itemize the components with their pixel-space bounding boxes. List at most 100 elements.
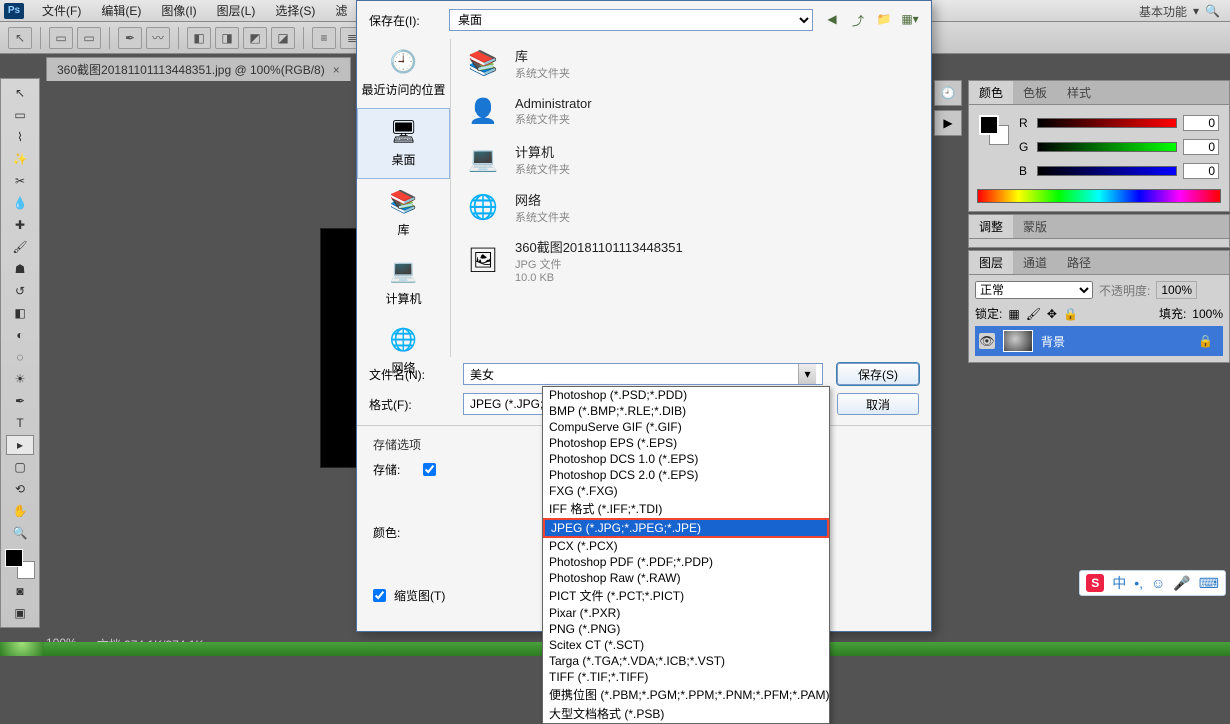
place-libraries[interactable]: 📚库 <box>357 179 450 248</box>
combine2-icon[interactable]: ◨ <box>215 27 239 49</box>
tool-preset-icon[interactable]: ↖ <box>8 27 32 49</box>
save-checkbox[interactable] <box>423 463 436 476</box>
curve-icon[interactable]: 〰 <box>146 27 170 49</box>
tab-layers[interactable]: 图层 <box>969 251 1013 274</box>
list-item[interactable]: 🌐网络系统文件夹 <box>451 183 931 231</box>
format-option[interactable]: PNG (*.PNG) <box>543 621 829 637</box>
dodge-tool[interactable]: ☀ <box>6 369 34 389</box>
bbox-icon[interactable]: ▭ <box>49 27 73 49</box>
shape-tool[interactable]: ▢ <box>6 457 34 477</box>
chevron-down-icon[interactable]: ▾ <box>798 364 816 384</box>
format-option[interactable]: CompuServe GIF (*.GIF) <box>543 419 829 435</box>
ime-bar[interactable]: S 中 •, ☺ 🎤 ⌨ <box>1079 570 1226 596</box>
format-option[interactable]: Photoshop (*.PSD;*.PDD) <box>543 387 829 403</box>
combine3-icon[interactable]: ◩ <box>243 27 267 49</box>
lock-pos-icon[interactable]: ✥ <box>1047 307 1057 321</box>
quickmask-tool[interactable]: ◙ <box>6 581 34 601</box>
menu-layer[interactable]: 图层(L) <box>207 0 266 21</box>
document-tab[interactable]: 360截图20181101113448351.jpg @ 100%(RGB/8)… <box>46 57 351 81</box>
list-item[interactable]: 💻计算机系统文件夹 <box>451 135 931 183</box>
move-tool[interactable]: ↖ <box>6 83 34 103</box>
nav-viewmenu-icon[interactable]: ▦▾ <box>901 12 919 29</box>
format-option[interactable]: FXG (*.FXG) <box>543 483 829 499</box>
layer-row[interactable]: 👁 背景 🔒 <box>975 326 1223 356</box>
type-tool[interactable]: T <box>6 413 34 433</box>
menu-image[interactable]: 图像(I) <box>151 0 206 21</box>
workspace-switcher[interactable]: 基本功能▾ 🔍 <box>1139 0 1220 22</box>
color-swatches[interactable] <box>5 549 35 579</box>
g-input[interactable] <box>1183 139 1219 155</box>
ime-emoji-icon[interactable]: ☺ <box>1151 575 1165 591</box>
crop-tool[interactable]: ✂ <box>6 171 34 191</box>
lock-paint-icon[interactable]: 🖌 <box>1026 307 1041 321</box>
lock-all-icon[interactable]: 🔒 <box>1063 307 1078 321</box>
lock-trans-icon[interactable]: ▦ <box>1008 307 1019 321</box>
eyedropper-tool[interactable]: 💧 <box>6 193 34 213</box>
format-option[interactable]: Photoshop Raw (*.RAW) <box>543 570 829 586</box>
fg-color[interactable] <box>5 549 23 567</box>
place-computer[interactable]: 💻计算机 <box>357 248 450 317</box>
actions-panel-icon[interactable]: ▶ <box>934 110 962 136</box>
tab-color[interactable]: 颜色 <box>969 81 1013 104</box>
anchor-icon[interactable]: ✒ <box>118 27 142 49</box>
cancel-button[interactable]: 取消 <box>837 393 919 415</box>
save-in-select[interactable]: 桌面 <box>449 9 813 31</box>
tab-swatches[interactable]: 色板 <box>1013 81 1057 104</box>
panel-color-swatch[interactable] <box>979 115 1009 145</box>
b-input[interactable] <box>1183 163 1219 179</box>
place-desktop[interactable]: 🖥桌面 <box>357 108 450 179</box>
format-option[interactable]: PCX (*.PCX) <box>543 538 829 554</box>
nav-up-icon[interactable]: ⤴ <box>849 12 867 29</box>
format-option[interactable]: IFF 格式 (*.IFF;*.TDI) <box>543 499 829 518</box>
format-option[interactable]: BMP (*.BMP;*.RLE;*.DIB) <box>543 403 829 419</box>
marquee-tool[interactable]: ▭ <box>6 105 34 125</box>
format-option[interactable]: 大型文档格式 (*.PSB) <box>543 704 829 723</box>
format-option[interactable]: Photoshop PDF (*.PDF;*.PDP) <box>543 554 829 570</box>
close-tab-icon[interactable]: × <box>333 63 340 77</box>
tab-paths[interactable]: 路径 <box>1057 251 1101 274</box>
nav-newfolder-icon[interactable]: 📁 <box>875 12 893 29</box>
blend-mode-select[interactable]: 正常 <box>975 281 1093 299</box>
format-option[interactable]: Scitex CT (*.SCT) <box>543 637 829 653</box>
b-slider[interactable] <box>1037 166 1177 176</box>
menu-filter[interactable]: 滤 <box>325 0 357 21</box>
eraser-tool[interactable]: ◧ <box>6 303 34 323</box>
3d-tool[interactable]: ⟲ <box>6 479 34 499</box>
opacity-value[interactable]: 100% <box>1156 281 1197 299</box>
g-slider[interactable] <box>1037 142 1177 152</box>
ime-keyboard-icon[interactable]: ⌨ <box>1199 575 1219 592</box>
path-select-tool[interactable]: ▸ <box>6 435 34 455</box>
tab-channels[interactable]: 通道 <box>1013 251 1057 274</box>
list-item[interactable]: 🖼360截图20181101113448351JPG 文件10.0 KB <box>451 231 931 290</box>
pen-tool[interactable]: ✒ <box>6 391 34 411</box>
format-option[interactable]: 便携位图 (*.PBM;*.PGM;*.PPM;*.PNM;*.PFM;*.PA… <box>543 685 829 704</box>
r-slider[interactable] <box>1037 118 1177 128</box>
fill-value[interactable]: 100% <box>1192 307 1223 321</box>
format-option[interactable]: TIFF (*.TIF;*.TIFF) <box>543 669 829 685</box>
r-input[interactable] <box>1183 115 1219 131</box>
tab-styles[interactable]: 样式 <box>1057 81 1101 104</box>
format-option[interactable]: PICT 文件 (*.PCT;*.PICT) <box>543 586 829 605</box>
layer-thumbnail[interactable] <box>1003 330 1033 352</box>
history-brush-tool[interactable]: ↺ <box>6 281 34 301</box>
blur-tool[interactable]: ◌ <box>6 347 34 367</box>
combine1-icon[interactable]: ◧ <box>187 27 211 49</box>
menu-edit[interactable]: 编辑(E) <box>91 0 151 21</box>
combine4-icon[interactable]: ◪ <box>271 27 295 49</box>
search-icon[interactable]: 🔍 <box>1205 4 1220 18</box>
lasso-tool[interactable]: ⌇ <box>6 127 34 147</box>
brush-tool[interactable]: 🖌 <box>6 237 34 257</box>
zoom-tool[interactable]: 🔍 <box>6 523 34 543</box>
save-button[interactable]: 保存(S) <box>837 363 919 385</box>
format-option[interactable]: Targa (*.TGA;*.VDA;*.ICB;*.VST) <box>543 653 829 669</box>
menu-file[interactable]: 文件(F) <box>32 0 91 21</box>
ime-mic-icon[interactable]: 🎤 <box>1173 575 1190 592</box>
tab-adjustments[interactable]: 调整 <box>969 215 1013 238</box>
menu-select[interactable]: 选择(S) <box>265 0 325 21</box>
hue-bar[interactable] <box>977 189 1221 203</box>
thumbnail-checkbox[interactable] <box>373 589 386 602</box>
ime-punct-icon[interactable]: •, <box>1134 575 1143 591</box>
align1-icon[interactable]: ≡ <box>312 27 336 49</box>
format-option[interactable]: Photoshop EPS (*.EPS) <box>543 435 829 451</box>
start-button[interactable] <box>0 642 44 656</box>
